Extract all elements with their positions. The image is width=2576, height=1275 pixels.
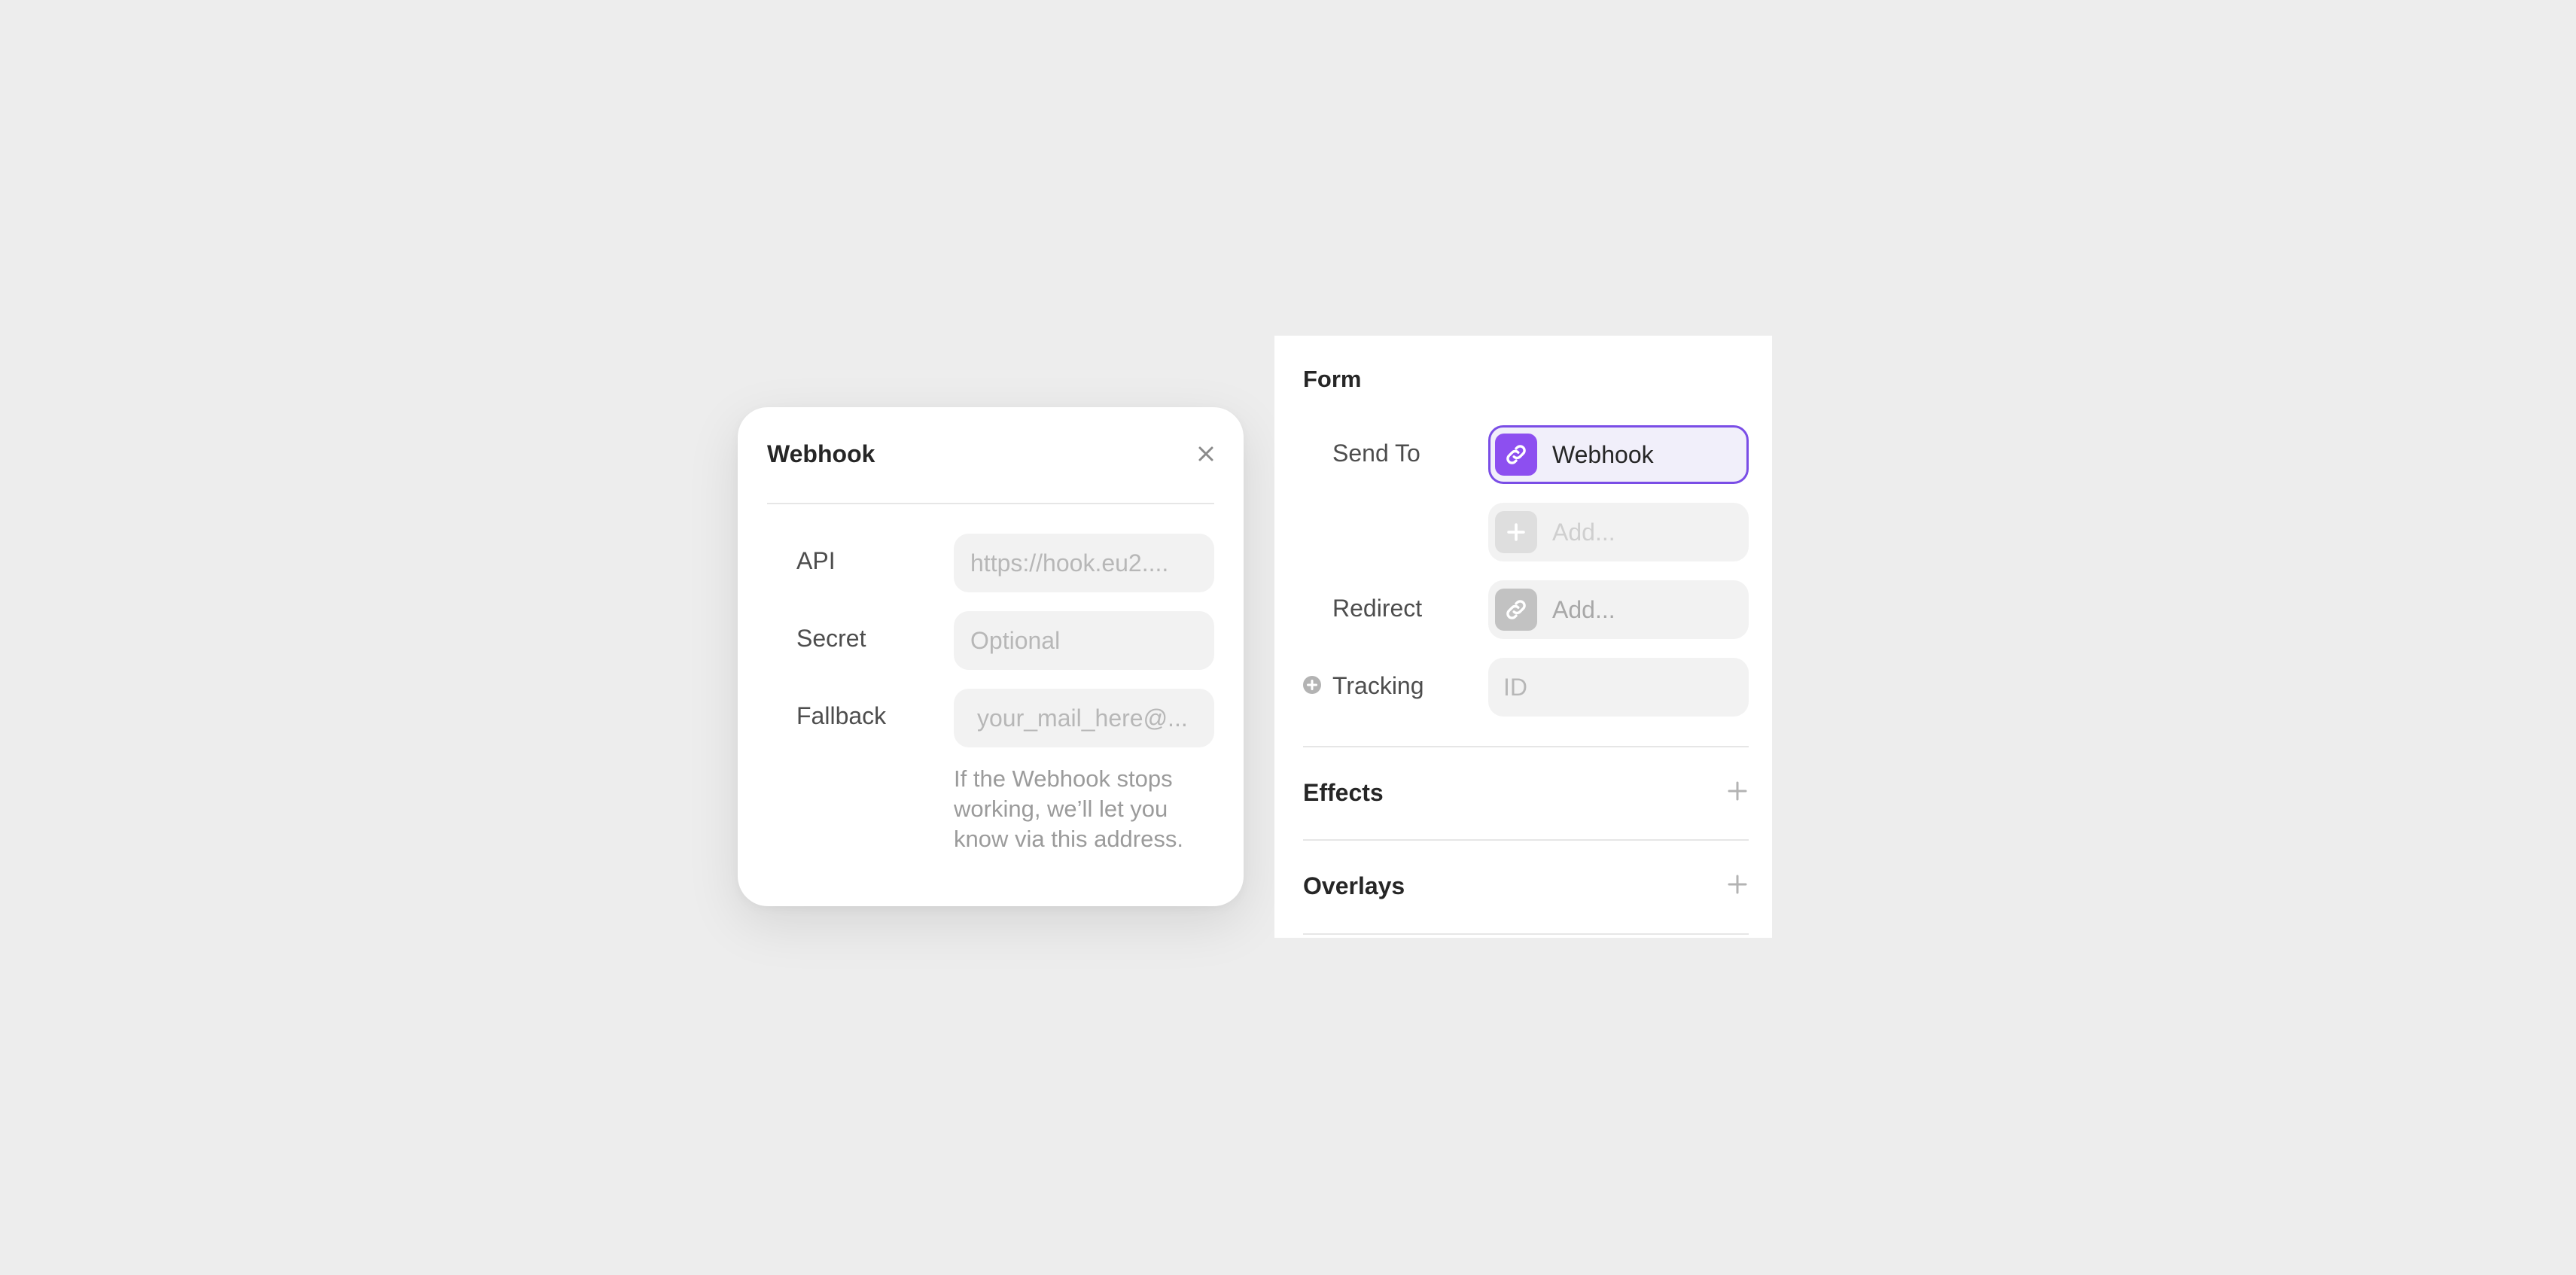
- add-destination-field[interactable]: Add...: [1488, 503, 1749, 561]
- add-effect-plus-icon[interactable]: [1726, 780, 1749, 802]
- secret-label: Secret: [796, 625, 866, 652]
- api-label: API: [796, 547, 836, 574]
- tracking-id-input[interactable]: ID: [1488, 658, 1749, 717]
- fallback-label: Fallback: [796, 702, 887, 729]
- redirect-label: Redirect: [1332, 595, 1423, 622]
- send-to-webhook-field[interactable]: Webhook: [1488, 425, 1749, 484]
- section-divider: [1303, 746, 1749, 747]
- secret-input[interactable]: Optional: [954, 611, 1214, 670]
- form-panel: Form Send To Webhook Add... Redirect Add…: [1274, 336, 1772, 938]
- redirect-placeholder: Add...: [1552, 595, 1615, 623]
- fallback-help-text: If the Webhook stops working, we’ll let …: [954, 765, 1183, 852]
- close-icon[interactable]: [1194, 442, 1218, 466]
- fallback-input[interactable]: your_mail_here@...: [954, 689, 1214, 747]
- redirect-field[interactable]: Add...: [1488, 580, 1749, 639]
- send-to-value: Webhook: [1552, 440, 1654, 468]
- add-overlay-plus-icon[interactable]: [1726, 873, 1749, 896]
- send-to-label: Send To: [1332, 440, 1420, 467]
- modal-divider: [767, 503, 1214, 504]
- tracking-id-placeholder: ID: [1503, 673, 1527, 701]
- modal-title: Webhook: [767, 440, 875, 467]
- link-icon: [1495, 589, 1537, 631]
- add-destination-placeholder: Add...: [1552, 518, 1615, 546]
- tracking-label: Tracking: [1332, 672, 1424, 699]
- overlays-section-title[interactable]: Overlays: [1303, 872, 1405, 900]
- api-input[interactable]: https://hook.eu2....: [954, 534, 1214, 592]
- webhook-modal: Webhook API https://hook.eu2.... Secret …: [738, 407, 1244, 906]
- plus-icon: [1495, 511, 1537, 553]
- section-divider: [1303, 933, 1749, 935]
- plus-circle-icon[interactable]: [1303, 676, 1321, 694]
- canvas: Webhook API https://hook.eu2.... Secret …: [0, 0, 2576, 1275]
- effects-section-title[interactable]: Effects: [1303, 779, 1384, 807]
- panel-title: Form: [1303, 366, 1362, 392]
- link-icon: [1495, 434, 1537, 476]
- section-divider: [1303, 839, 1749, 841]
